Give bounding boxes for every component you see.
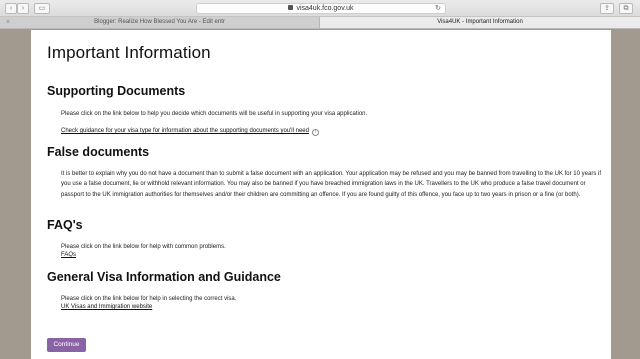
sidebar-toggle-button[interactable]: ▭	[34, 3, 50, 14]
uk-visas-link[interactable]: UK Visas and Immigration website	[61, 304, 152, 310]
heading-general-visa-information: General Visa Information and Guidance	[47, 270, 281, 284]
faqs-text: Please click on the link below for help …	[61, 244, 226, 250]
tab-label: Blogger: Realize How Blessed You Are - E…	[94, 19, 225, 25]
url-text: visa4uk.fco.gov.uk	[296, 5, 354, 12]
link-text[interactable]: Check guidance for your visa type for in…	[61, 128, 309, 134]
supporting-guidance-link[interactable]: Check guidance for your visa type for in…	[61, 128, 319, 136]
tab-blogger[interactable]: × Blogger: Realize How Blessed You Are -…	[0, 17, 320, 28]
false-documents-text: It is better to explain why you do not h…	[61, 171, 601, 198]
continue-button[interactable]: Continue	[47, 338, 86, 352]
general-text: Please click on the link below for help …	[61, 296, 237, 302]
heading-supporting-documents: Supporting Documents	[47, 84, 186, 98]
tab-visa4uk[interactable]: Visa4UK - Important Information	[320, 17, 640, 28]
heading-faqs: FAQ's	[47, 218, 83, 232]
close-icon[interactable]: ×	[6, 17, 10, 28]
faqs-link[interactable]: FAQs	[61, 252, 76, 258]
address-bar[interactable]: visa4uk.fco.gov.uk ↻	[196, 3, 446, 14]
heading-false-documents: False documents	[47, 145, 150, 159]
reload-icon[interactable]: ↻	[435, 4, 441, 13]
page-content: Important Information Supporting Documen…	[31, 30, 611, 359]
tabs-overview-button[interactable]: ⧉	[619, 3, 633, 14]
supporting-text: Please click on the link below to help y…	[61, 111, 368, 117]
page-title: Important Information	[47, 43, 211, 62]
info-icon[interactable]: i	[311, 129, 319, 136]
browser-toolbar: ‹ › ▭ visa4uk.fco.gov.uk ↻ ⇪ ⧉	[0, 0, 640, 17]
forward-button[interactable]: ›	[17, 3, 29, 14]
tab-bar: × Blogger: Realize How Blessed You Are -…	[0, 17, 640, 29]
lock-icon	[288, 5, 294, 10]
back-button[interactable]: ‹	[5, 3, 17, 14]
share-button[interactable]: ⇪	[600, 3, 614, 14]
tab-label: Visa4UK - Important Information	[437, 19, 523, 25]
